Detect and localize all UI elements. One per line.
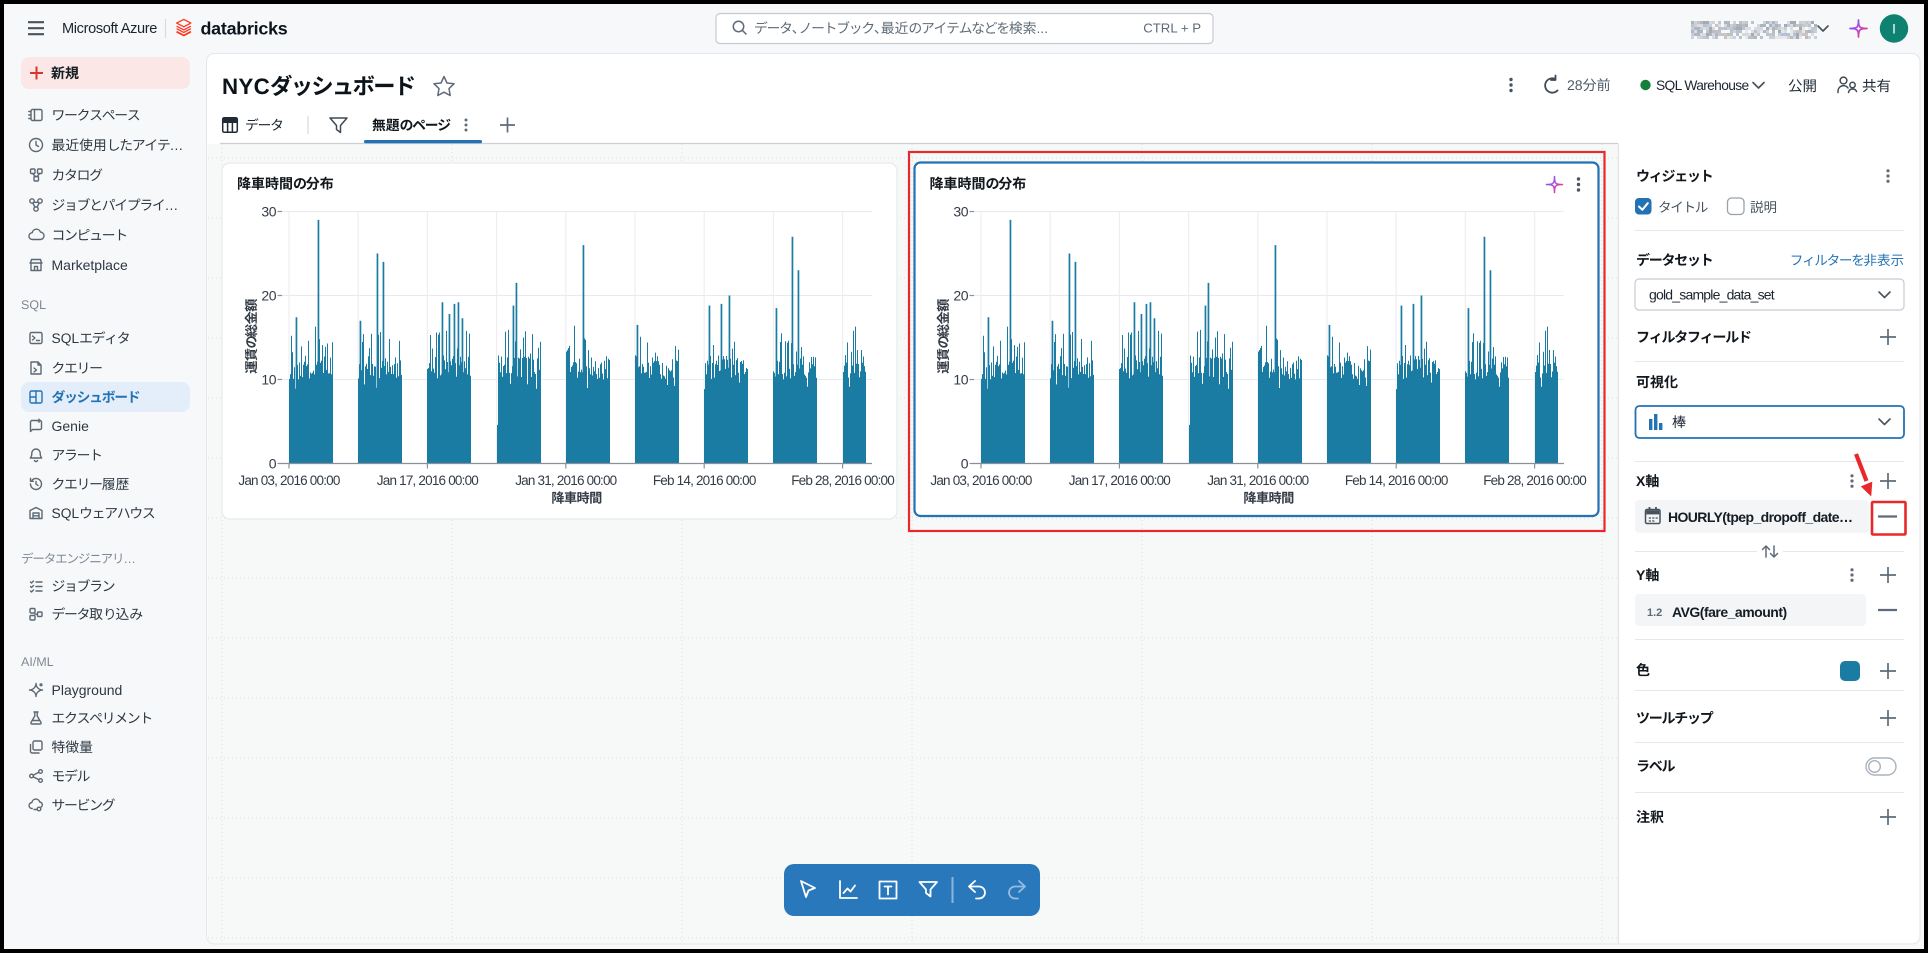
- svg-text:0: 0: [269, 456, 277, 472]
- svg-text:Genie: Genie: [52, 418, 90, 434]
- svg-text:CTRL + P: CTRL + P: [1143, 21, 1201, 36]
- svg-text:databricks: databricks: [201, 18, 288, 38]
- svg-text:AVG(fare_amount): AVG(fare_amount): [1672, 604, 1787, 620]
- svg-text:SQL Warehouse: SQL Warehouse: [1656, 78, 1749, 93]
- svg-text:1.2: 1.2: [1647, 607, 1662, 619]
- svg-text:I: I: [1892, 22, 1896, 37]
- svg-text:Microsoft Azure: Microsoft Azure: [62, 21, 157, 37]
- svg-text:Jan 31, 2016 00:00: Jan 31, 2016 00:00: [515, 473, 616, 488]
- svg-text:10: 10: [261, 372, 276, 388]
- svg-text:Jan 17, 2016 00:00: Jan 17, 2016 00:00: [377, 473, 478, 488]
- svg-text:Feb 14, 2016 00:00: Feb 14, 2016 00:00: [653, 473, 756, 488]
- svg-text:Jan 03, 2016 00:00: Jan 03, 2016 00:00: [238, 473, 339, 488]
- svg-text:HOURLY(tpep_dropoff_date…: HOURLY(tpep_dropoff_date…: [1668, 509, 1852, 525]
- svg-text:Playground: Playground: [52, 682, 123, 698]
- svg-text:Feb 28, 2016 00:00: Feb 28, 2016 00:00: [791, 473, 894, 488]
- svg-text:Marketplace: Marketplace: [52, 257, 128, 273]
- svg-text:20: 20: [261, 288, 276, 304]
- svg-text:30: 30: [261, 204, 276, 220]
- svg-text:gold_sample_data_set: gold_sample_data_set: [1649, 287, 1775, 303]
